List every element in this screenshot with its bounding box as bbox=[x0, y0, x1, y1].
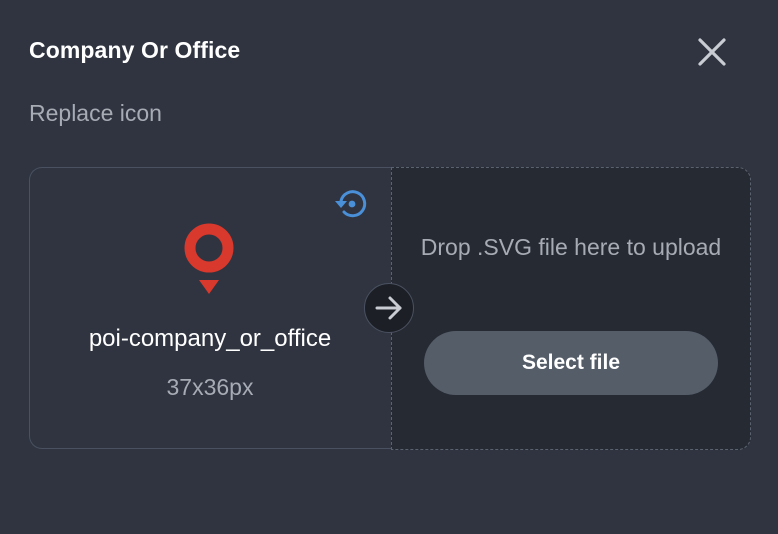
reset-button[interactable] bbox=[332, 187, 370, 221]
arrow-indicator bbox=[364, 283, 414, 333]
drop-zone[interactable] bbox=[391, 167, 751, 450]
close-icon bbox=[698, 38, 726, 66]
replace-icon-dialog: Company Or Office Replace icon poi-compa… bbox=[0, 0, 778, 534]
reset-icon bbox=[335, 190, 367, 218]
select-file-button[interactable]: Select file bbox=[424, 331, 718, 395]
arrow-right-icon bbox=[375, 296, 402, 320]
icon-filename: poi-company_or_office bbox=[88, 325, 332, 352]
dialog-subtitle: Replace icon bbox=[29, 100, 162, 126]
drop-instructions: Drop .SVG file here to upload bbox=[420, 234, 722, 260]
close-button[interactable] bbox=[690, 32, 734, 76]
location-pin-icon bbox=[184, 222, 234, 296]
dialog-title: Company Or Office bbox=[29, 37, 241, 63]
icon-dimensions: 37x36px bbox=[166, 374, 254, 400]
